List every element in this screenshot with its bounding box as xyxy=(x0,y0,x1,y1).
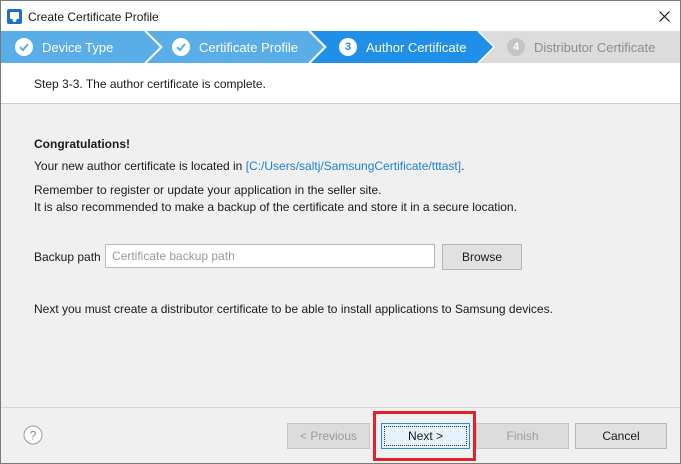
step-label: Certificate Profile xyxy=(199,39,298,55)
step-label: Distributor Certificate xyxy=(534,39,656,55)
main-content: Congratulations! Your new author certifi… xyxy=(1,104,680,407)
step-label: Author Certificate xyxy=(366,39,467,55)
step-distributor-certificate[interactable]: 4 Distributor Certificate xyxy=(507,31,655,63)
certificate-path-link[interactable]: [C:/Users/saltj/SamsungCertificate/tttas… xyxy=(246,159,461,173)
finish-button[interactable]: Finish xyxy=(476,423,569,449)
step-label: Device Type xyxy=(42,39,114,55)
certificate-location-text: Your new author certificate is located i… xyxy=(34,159,464,173)
backup-path-label: Backup path xyxy=(34,250,101,264)
checkmark-icon xyxy=(172,38,190,56)
step-author-certificate[interactable]: 3 Author Certificate xyxy=(339,31,466,63)
register-reminder-text: Remember to register or update your appl… xyxy=(34,183,382,197)
checkmark-icon xyxy=(15,38,33,56)
dialog-footer: ? < Previous Next > Finish Cancel xyxy=(1,407,680,463)
next-step-message: Next you must create a distributor certi… xyxy=(34,302,553,316)
svg-text:?: ? xyxy=(30,429,37,443)
step-header: Step 3-3. The author certificate is comp… xyxy=(1,63,680,104)
window-title: Create Certificate Profile xyxy=(28,10,159,24)
backup-recommendation-text: It is also recommended to make a backup … xyxy=(34,200,517,214)
step-device-type[interactable]: Device Type xyxy=(15,31,113,63)
help-icon[interactable]: ? xyxy=(23,425,43,445)
title-bar: Create Certificate Profile xyxy=(1,1,680,31)
step-header-message: Step 3-3. The author certificate is comp… xyxy=(34,77,266,91)
cancel-button[interactable]: Cancel xyxy=(575,423,667,449)
location-suffix: . xyxy=(461,159,465,173)
app-certificate-icon xyxy=(7,9,22,24)
congratulations-heading: Congratulations! xyxy=(34,137,130,151)
next-button-label: Next > xyxy=(384,426,467,446)
close-button[interactable] xyxy=(648,1,680,31)
wizard-step-bar: Device Type Certificate Profile 3 Author… xyxy=(1,31,680,63)
close-icon xyxy=(658,10,670,22)
step-certificate-profile[interactable]: Certificate Profile xyxy=(172,31,298,63)
step-number: 3 xyxy=(339,38,357,56)
location-prefix: Your new author certificate is located i… xyxy=(34,159,246,173)
previous-button[interactable]: < Previous xyxy=(287,423,370,449)
next-button[interactable]: Next > xyxy=(381,423,470,449)
step-number: 4 xyxy=(507,38,525,56)
backup-path-input[interactable] xyxy=(105,244,435,268)
create-certificate-profile-dialog: Create Certificate Profile Device Type C… xyxy=(0,0,681,464)
browse-button[interactable]: Browse xyxy=(442,244,522,270)
